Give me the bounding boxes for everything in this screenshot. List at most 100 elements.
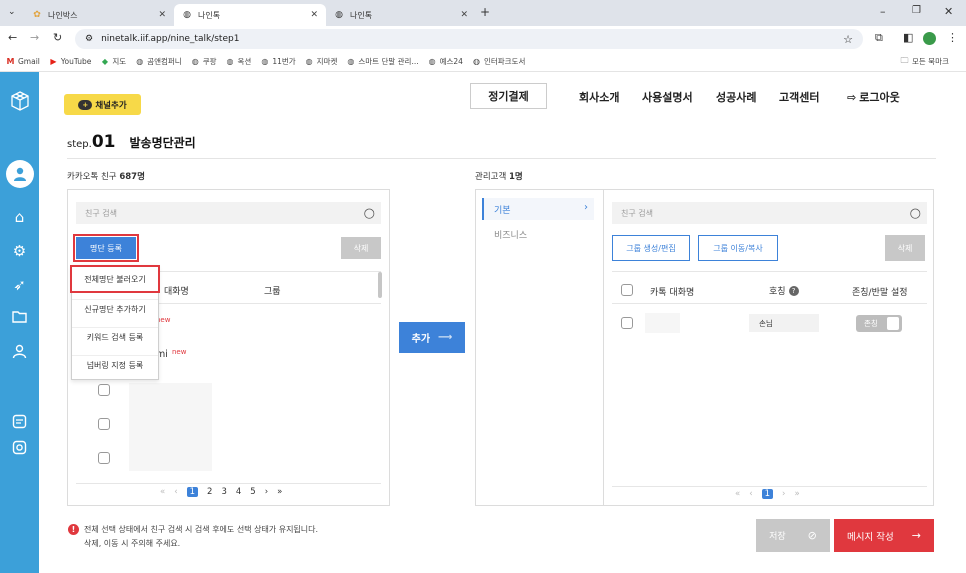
honorific-toggle[interactable]: 존칭 xyxy=(856,315,902,332)
select-all-checkbox[interactable] xyxy=(621,284,633,296)
instagram-icon[interactable] xyxy=(0,440,39,455)
chat-icon[interactable] xyxy=(0,414,39,429)
tab-close-icon[interactable]: ✕ xyxy=(158,10,166,20)
dropdown-keyword[interactable]: 키워드 검색 등록 xyxy=(72,327,158,347)
logout-link[interactable]: ⇨ 로그아웃 xyxy=(847,89,900,105)
prev-page[interactable]: ‹ xyxy=(749,489,752,499)
first-page[interactable]: « xyxy=(160,487,165,497)
browser-tab-2[interactable]: ◍ 나인톡 ✕ xyxy=(174,4,326,26)
maps-icon: ◆ xyxy=(101,57,108,66)
bookmark-5[interactable]: ◍ 쿠팡 xyxy=(191,56,217,67)
category-sidebar: 기본 › 비즈니스 xyxy=(476,190,604,505)
add-to-managed-button[interactable]: 추가 ⟶ xyxy=(399,322,465,353)
nav-manual[interactable]: 사용설명서 xyxy=(642,89,693,105)
tab-search-icon[interactable]: ⌄ xyxy=(8,7,16,17)
bookmark-7[interactable]: ◍ 11번가 xyxy=(260,56,295,67)
all-bookmarks[interactable]: 🗀 모든 북마크 xyxy=(900,56,949,67)
page-3[interactable]: 3 xyxy=(221,487,226,497)
bookmark-star-icon[interactable]: ☆ xyxy=(843,33,853,46)
last-page[interactable]: » xyxy=(277,487,282,497)
browser-tab-bar: ⌄ ✿ 나인박스 ✕ ◍ 나인톡 ✕ ◍ 나인톡 ✕ + – ❐ ✕ xyxy=(0,0,966,26)
save-button[interactable]: 저장 ⊘ xyxy=(756,519,830,552)
nav-support[interactable]: 고객센터 xyxy=(779,89,819,105)
forward-icon[interactable]: → xyxy=(30,31,39,44)
logo-cube-icon[interactable] xyxy=(0,90,39,112)
dropdown-load-all[interactable]: 전체명단 불러오기 xyxy=(70,265,160,293)
compose-message-button[interactable]: 메시지 작성 → xyxy=(834,519,934,552)
bookmark-4[interactable]: ◍ 곰앤컴퍼니 xyxy=(135,56,182,67)
minimize-icon[interactable]: – xyxy=(880,5,886,18)
send-icon[interactable]: ➶ xyxy=(0,276,39,294)
next-page[interactable]: › xyxy=(265,487,268,497)
bookmark-11[interactable]: ◍ 인터파크도서 xyxy=(472,56,525,67)
home-icon[interactable]: ⌂ xyxy=(0,208,39,226)
profile-avatar[interactable] xyxy=(923,32,936,45)
nav-company[interactable]: 회사소개 xyxy=(579,89,619,105)
search-icon[interactable]: ○ xyxy=(910,206,921,221)
delete-button[interactable]: 삭제 xyxy=(885,235,925,261)
title-input[interactable]: 손님 xyxy=(749,314,819,332)
group-create-button[interactable]: 그룹 생성/편집 xyxy=(612,235,690,261)
prev-page[interactable]: ‹ xyxy=(174,487,177,497)
bookmark-maps[interactable]: ◆ 지도 xyxy=(100,56,126,67)
help-icon[interactable]: ? xyxy=(788,285,799,296)
row-checkbox[interactable] xyxy=(98,418,110,430)
search-icon[interactable]: ○ xyxy=(364,206,375,221)
back-icon[interactable]: ← xyxy=(8,31,17,44)
managed-count-label: 관리고객 1명 xyxy=(475,172,523,182)
folder-icon[interactable] xyxy=(0,310,39,323)
menu-icon[interactable]: ⋮ xyxy=(947,31,958,44)
ninebox-favicon-icon: ✿ xyxy=(33,10,41,20)
bookmark-8[interactable]: ◍ 지마켓 xyxy=(305,56,338,67)
nav-cases[interactable]: 성공사례 xyxy=(716,89,756,105)
register-list-button[interactable]: 명단 등록 xyxy=(73,234,139,262)
browser-tab-1[interactable]: ✿ 나인박스 ✕ xyxy=(24,4,174,26)
col-title: 호칭 ? xyxy=(769,284,799,297)
next-page[interactable]: › xyxy=(782,489,785,499)
sidepanel-icon[interactable]: ◧ xyxy=(903,31,913,44)
person-icon[interactable] xyxy=(0,344,39,359)
row-checkbox[interactable] xyxy=(98,384,110,396)
gear-icon[interactable]: ⚙ xyxy=(0,242,39,260)
row-checkbox[interactable] xyxy=(621,317,633,329)
last-page[interactable]: » xyxy=(794,489,799,499)
group-move-button[interactable]: 그룹 이동/복사 xyxy=(698,235,778,261)
row-checkbox[interactable] xyxy=(98,452,110,464)
page-5[interactable]: 5 xyxy=(250,487,255,497)
bookmark-10[interactable]: ◍ 예스24 xyxy=(428,56,463,67)
channel-add-button[interactable]: + 채널추가 xyxy=(64,94,141,115)
category-business[interactable]: 비즈니스 xyxy=(494,228,527,241)
extensions-icon[interactable]: ⧉ xyxy=(875,31,883,45)
dropdown-numbering[interactable]: 넘버링 지정 등록 xyxy=(72,355,158,375)
bookmark-9[interactable]: ◍ 스마트 단말 관리... xyxy=(346,56,418,67)
reload-icon[interactable]: ↻ xyxy=(53,31,62,44)
toggle-knob xyxy=(887,317,899,330)
globe-icon: ◍ xyxy=(347,57,355,66)
globe-icon: ◍ xyxy=(261,57,269,66)
category-basic[interactable]: 기본 › xyxy=(482,198,594,220)
url-input[interactable]: ⚙ ninetalk.iif.app/nine_talk/step1 ☆ xyxy=(75,29,863,49)
page-1[interactable]: 1 xyxy=(761,489,774,499)
bookmark-youtube[interactable]: ▶ YouTube xyxy=(49,57,91,66)
restore-icon[interactable]: ❐ xyxy=(912,5,921,16)
scrollbar[interactable] xyxy=(378,272,382,298)
browser-tab-3[interactable]: ◍ 나인톡 ✕ xyxy=(326,4,476,26)
tab-close-icon[interactable]: ✕ xyxy=(460,10,468,20)
user-avatar-icon[interactable] xyxy=(0,160,39,188)
delete-button[interactable]: 삭제 xyxy=(341,237,381,259)
managed-search-input[interactable]: 친구 검색 ○ xyxy=(612,202,927,224)
page-2[interactable]: 2 xyxy=(207,487,212,497)
bookmark-gmail[interactable]: M Gmail xyxy=(6,57,40,66)
first-page[interactable]: « xyxy=(735,489,740,499)
regular-payment-button[interactable]: 정기결제 xyxy=(470,83,547,109)
dropdown-add-new[interactable]: 신규명단 추가하기 xyxy=(72,299,158,319)
tab-close-icon[interactable]: ✕ xyxy=(310,10,318,20)
bookmark-6[interactable]: ◍ 옥션 xyxy=(226,56,252,67)
new-tab-button[interactable]: + xyxy=(480,5,490,19)
globe-icon: ◍ xyxy=(136,57,144,66)
site-settings-icon[interactable]: ⚙ xyxy=(85,34,93,44)
page-1[interactable]: 1 xyxy=(186,487,199,497)
friend-search-input[interactable]: 친구 검색 ○ xyxy=(76,202,381,224)
page-4[interactable]: 4 xyxy=(236,487,241,497)
close-window-icon[interactable]: ✕ xyxy=(944,5,953,18)
